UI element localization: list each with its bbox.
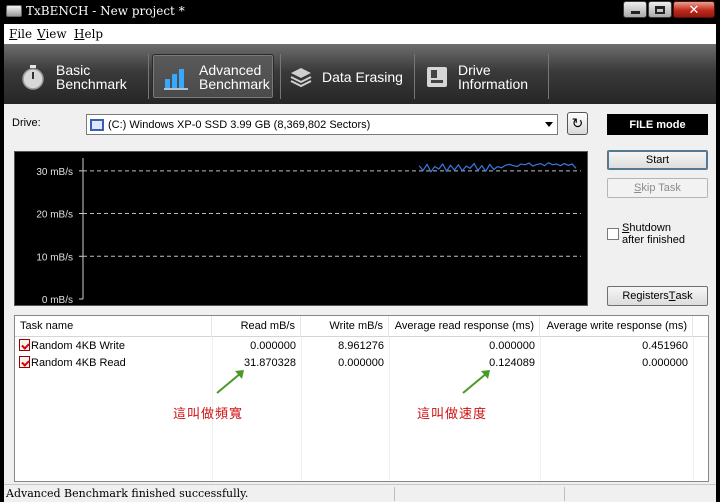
menu-file[interactable]: File bbox=[9, 27, 32, 41]
main-tab-bar: Basic Benchmark Advanced Benchmark Data Er… bbox=[4, 44, 716, 104]
drive-select-value: (C:) Windows XP-0 SSD 3.99 GB (8,369,802… bbox=[108, 118, 371, 131]
throughput-chart: 0 mB/s 10 mB/s 20 mB/s 30 mB/s bbox=[14, 151, 588, 306]
results-table: Task name Read mB/s Write mB/s Average r… bbox=[14, 315, 709, 482]
task-icon bbox=[19, 339, 30, 351]
y-tick-label: 10 mB/s bbox=[36, 252, 73, 263]
refresh-drives-button[interactable]: ↻ bbox=[567, 112, 588, 135]
y-tick-label: 20 mB/s bbox=[36, 210, 73, 221]
tab-advanced-benchmark[interactable]: Advanced Benchmark bbox=[152, 54, 274, 99]
y-tick-label: 30 mB/s bbox=[36, 167, 73, 178]
stopwatch-icon bbox=[22, 64, 44, 90]
col-avg-read[interactable]: Average read response (ms) bbox=[389, 316, 540, 337]
annotation-bandwidth: 這叫做頻寬 bbox=[173, 407, 244, 422]
tab-basic-benchmark[interactable]: Basic Benchmark bbox=[10, 54, 146, 99]
tab-data-erasing[interactable]: Data Erasing bbox=[282, 54, 410, 99]
task-icon bbox=[19, 356, 30, 368]
menu-bar: File View Help bbox=[0, 24, 720, 44]
bar-chart-icon bbox=[164, 68, 188, 90]
advanced-benchmark-panel: Drive: (C:) Windows XP-0 SSD 3.99 GB (8,… bbox=[4, 104, 716, 484]
shutdown-label: Shutdown bbox=[622, 222, 671, 234]
status-bar: Advanced Benchmark finished successfully… bbox=[4, 484, 716, 502]
shutdown-checkbox[interactable] bbox=[607, 228, 619, 240]
y-tick-label: 0 mB/s bbox=[42, 295, 73, 305]
table-row[interactable]: Random 4KB Write 0.000000 8.961276 0.000… bbox=[15, 338, 708, 355]
table-header: Task name Read mB/s Write mB/s Average r… bbox=[15, 316, 708, 337]
start-button[interactable]: Start bbox=[607, 150, 708, 170]
minimize-icon bbox=[630, 11, 640, 14]
menu-help[interactable]: Help bbox=[74, 27, 103, 41]
close-button[interactable]: ✕ bbox=[673, 1, 715, 18]
annotation-speed: 這叫做速度 bbox=[417, 407, 488, 422]
title-bar: TxBENCH - New project * ✕ bbox=[0, 0, 720, 24]
drive-icon bbox=[90, 118, 104, 131]
menu-view[interactable]: View bbox=[37, 27, 67, 41]
shutdown-option[interactable]: Shutdown after finished bbox=[607, 222, 685, 246]
minimize-button[interactable] bbox=[623, 1, 647, 18]
app-icon bbox=[6, 5, 22, 17]
drive-label: Drive: bbox=[12, 117, 41, 129]
table-row[interactable]: Random 4KB Read 31.870328 0.000000 0.124… bbox=[15, 355, 708, 372]
col-read[interactable]: Read mB/s bbox=[212, 316, 301, 337]
status-text: Advanced Benchmark finished successfully… bbox=[6, 487, 249, 500]
chevron-down-icon bbox=[545, 122, 553, 127]
maximize-icon bbox=[655, 5, 665, 14]
file-mode-badge[interactable]: FILE mode bbox=[607, 114, 708, 135]
task-cell: Random 4KB Read bbox=[19, 355, 126, 372]
drive-info-icon bbox=[427, 66, 447, 87]
throughput-chart-svg: 0 mB/s 10 mB/s 20 mB/s 30 mB/s bbox=[36, 158, 581, 306]
maximize-button[interactable] bbox=[648, 1, 672, 18]
task-cell: Random 4KB Write bbox=[19, 338, 125, 355]
close-icon: ✕ bbox=[688, 1, 700, 17]
tab-drive-information[interactable]: Drive Information bbox=[418, 54, 544, 99]
annotation-arrow-bandwidth bbox=[216, 370, 244, 394]
refresh-icon: ↻ bbox=[571, 115, 584, 131]
col-avg-write[interactable]: Average write response (ms) bbox=[540, 316, 693, 337]
eraser-icon bbox=[290, 67, 312, 87]
col-write[interactable]: Write mB/s bbox=[301, 316, 389, 337]
skip-task-button[interactable]: Skip Task bbox=[607, 178, 708, 198]
registers-task-button[interactable]: Registers Task bbox=[607, 286, 708, 306]
col-task-name[interactable]: Task name bbox=[15, 316, 212, 337]
drive-select[interactable]: (C:) Windows XP-0 SSD 3.99 GB (8,369,802… bbox=[86, 114, 558, 135]
annotation-arrow-speed bbox=[462, 370, 490, 394]
window-title: TxBENCH - New project * bbox=[26, 4, 185, 18]
